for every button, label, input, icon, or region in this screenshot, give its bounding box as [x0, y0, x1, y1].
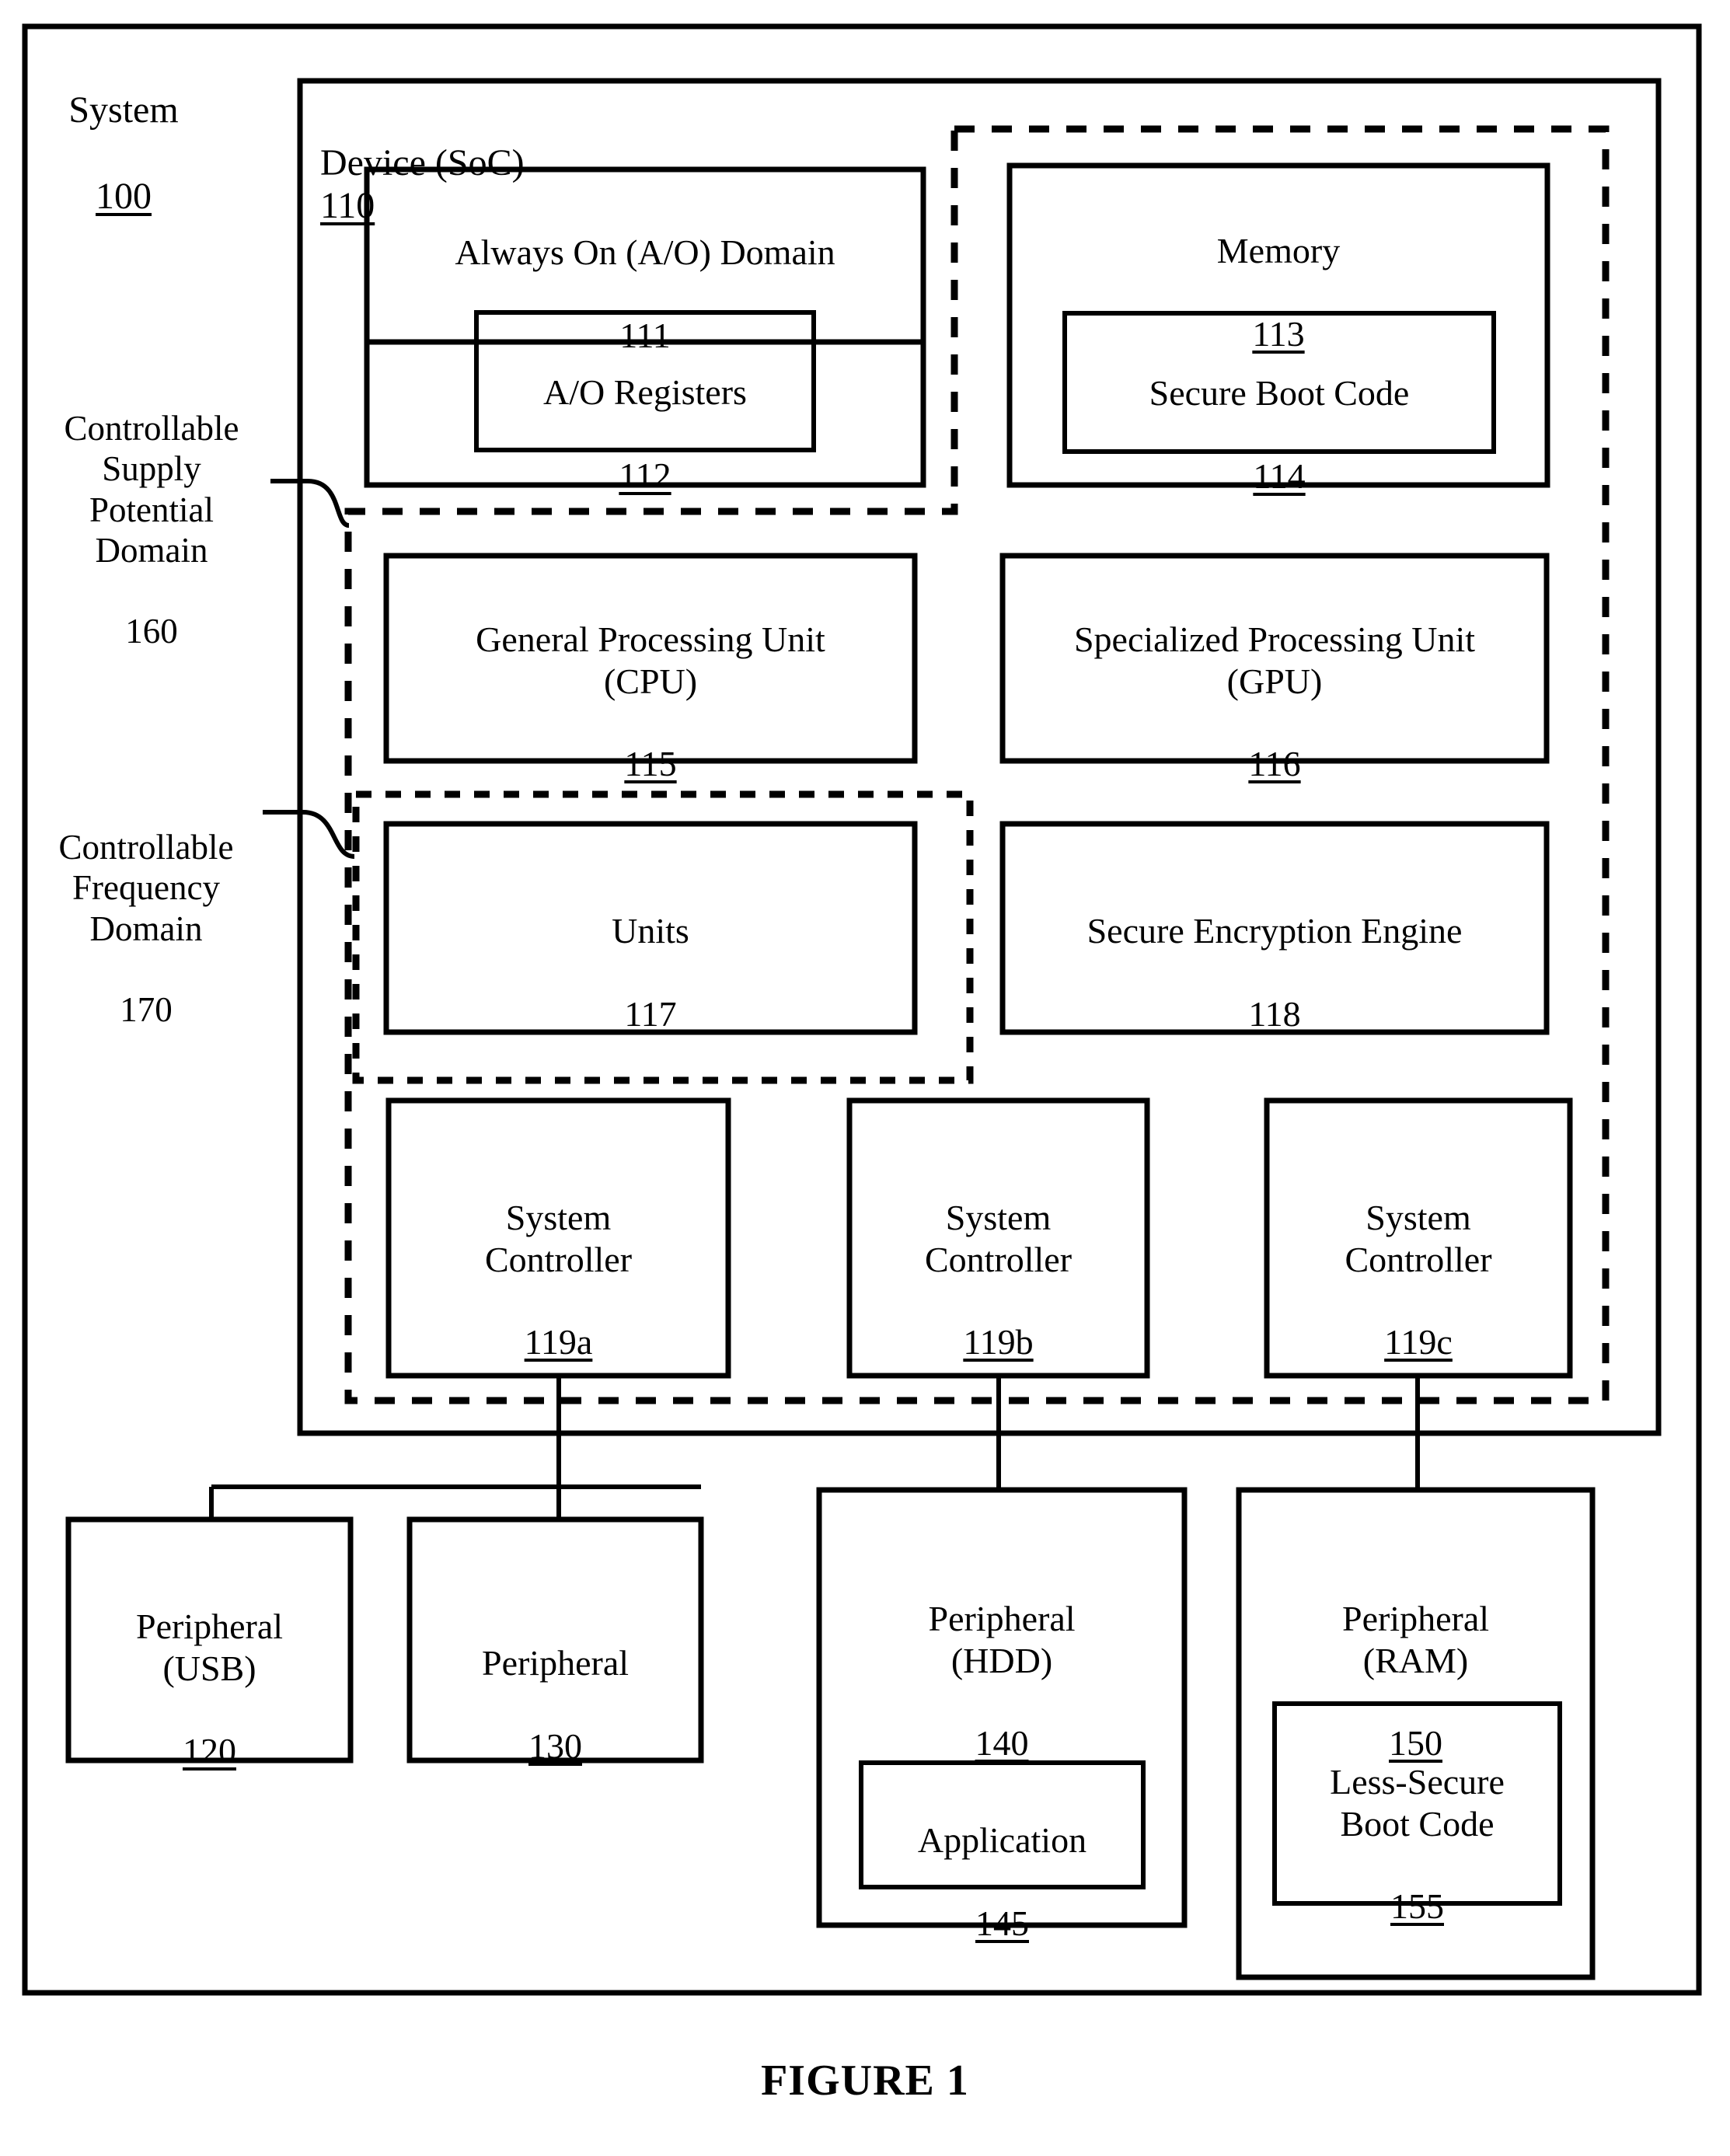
gpu-label-text: Specialized Processing Unit (GPU) [1073, 619, 1476, 701]
peripheral-usb-label: Peripheral (USB) 120 [68, 1565, 351, 1772]
less-secure-boot-code-ref: 155 [1390, 1886, 1444, 1927]
system-controller-c-label-text: System Controller [1345, 1198, 1492, 1279]
system-controller-b-ref: 119b [963, 1322, 1034, 1362]
system-ref: 100 [96, 176, 152, 218]
ao-registers-label-text: A/O Registers [543, 372, 747, 413]
figure-caption: FIGURE 1 [761, 2057, 969, 2105]
frequency-domain-label: Controllable Frequency Domain 170 [30, 787, 263, 1030]
device-label-text: Device (SoC) [320, 141, 525, 183]
peripheral-usb-label-text: Peripheral (USB) [135, 1607, 284, 1688]
gpu-ref: 116 [1248, 744, 1301, 784]
secure-encryption-engine-ref: 118 [1248, 994, 1301, 1034]
leader-supply-domain [270, 479, 350, 528]
peripheral-hdd-ref: 140 [975, 1723, 1029, 1764]
peripheral-hdd-label-text: Peripheral (HDD) [928, 1599, 1076, 1680]
less-secure-boot-code-label: Less-Secure Boot Code 155 [1275, 1720, 1560, 1927]
system-controller-a-ref: 119a [524, 1322, 593, 1362]
leader-frequency-domain [263, 810, 355, 859]
supply-domain-label-text: Controllable Supply Potential Domain [64, 409, 239, 570]
gpu-label: Specialized Processing Unit (GPU) 116 [1003, 577, 1547, 785]
application-label-text: Application [917, 1820, 1087, 1861]
ao-registers-ref: 112 [619, 455, 671, 496]
cpu-label: General Processing Unit (CPU) 115 [386, 577, 915, 785]
ao-domain-label-text: Always On (A/O) Domain [455, 232, 835, 273]
units-label-text: Units [612, 911, 689, 951]
system-label: System 100 [34, 45, 213, 218]
system-label-text: System [68, 89, 179, 131]
peripheral-usb-ref: 120 [183, 1731, 236, 1771]
secure-encryption-engine-label: Secure Encryption Engine 118 [1003, 869, 1547, 1034]
frequency-domain-ref: 170 [120, 989, 173, 1029]
supply-domain-label: Controllable Supply Potential Domain 160 [36, 368, 267, 651]
peripheral-130-label-text: Peripheral [481, 1643, 630, 1683]
secure-boot-code-ref: 114 [1253, 456, 1306, 497]
secure-encryption-engine-label-text: Secure Encryption Engine [1086, 911, 1463, 951]
peripheral-hdd-label: Peripheral (HDD) 140 [819, 1557, 1184, 1764]
memory-label: Memory 113 [1010, 189, 1547, 354]
peripheral-130-label: Peripheral 130 [410, 1601, 701, 1767]
ao-registers-label: A/O Registers 112 [476, 330, 814, 496]
units-label: Units 117 [386, 869, 915, 1034]
system-controller-c-label: System Controller 119c [1267, 1156, 1570, 1363]
frequency-domain-label-text: Controllable Frequency Domain [58, 828, 234, 948]
cpu-label-text: General Processing Unit (CPU) [476, 619, 825, 701]
system-controller-b-label: System Controller 119b [849, 1156, 1147, 1363]
peripheral-ram-label-text: Peripheral (RAM) [1341, 1599, 1490, 1680]
system-controller-a-label: System Controller 119a [389, 1156, 728, 1363]
units-ref: 117 [624, 994, 677, 1034]
figure-canvas: System 100 Device (SoC) 110 Controllable… [0, 0, 1730, 2156]
peripheral-130-ref: 130 [528, 1726, 582, 1767]
supply-domain-ref: 160 [125, 612, 178, 651]
cpu-ref: 115 [624, 744, 677, 784]
less-secure-boot-code-label-text: Less-Secure Boot Code [1330, 1762, 1505, 1844]
system-controller-b-label-text: System Controller [924, 1198, 1073, 1279]
secure-boot-code-label: Secure Boot Code 114 [1065, 331, 1494, 497]
system-controller-a-label-text: System Controller [484, 1198, 633, 1279]
application-label: Application 145 [861, 1778, 1143, 1944]
application-ref: 145 [975, 1903, 1029, 1944]
memory-label-text: Memory [1216, 231, 1341, 271]
secure-boot-code-label-text: Secure Boot Code [1149, 373, 1410, 413]
system-controller-c-ref: 119c [1384, 1322, 1453, 1362]
